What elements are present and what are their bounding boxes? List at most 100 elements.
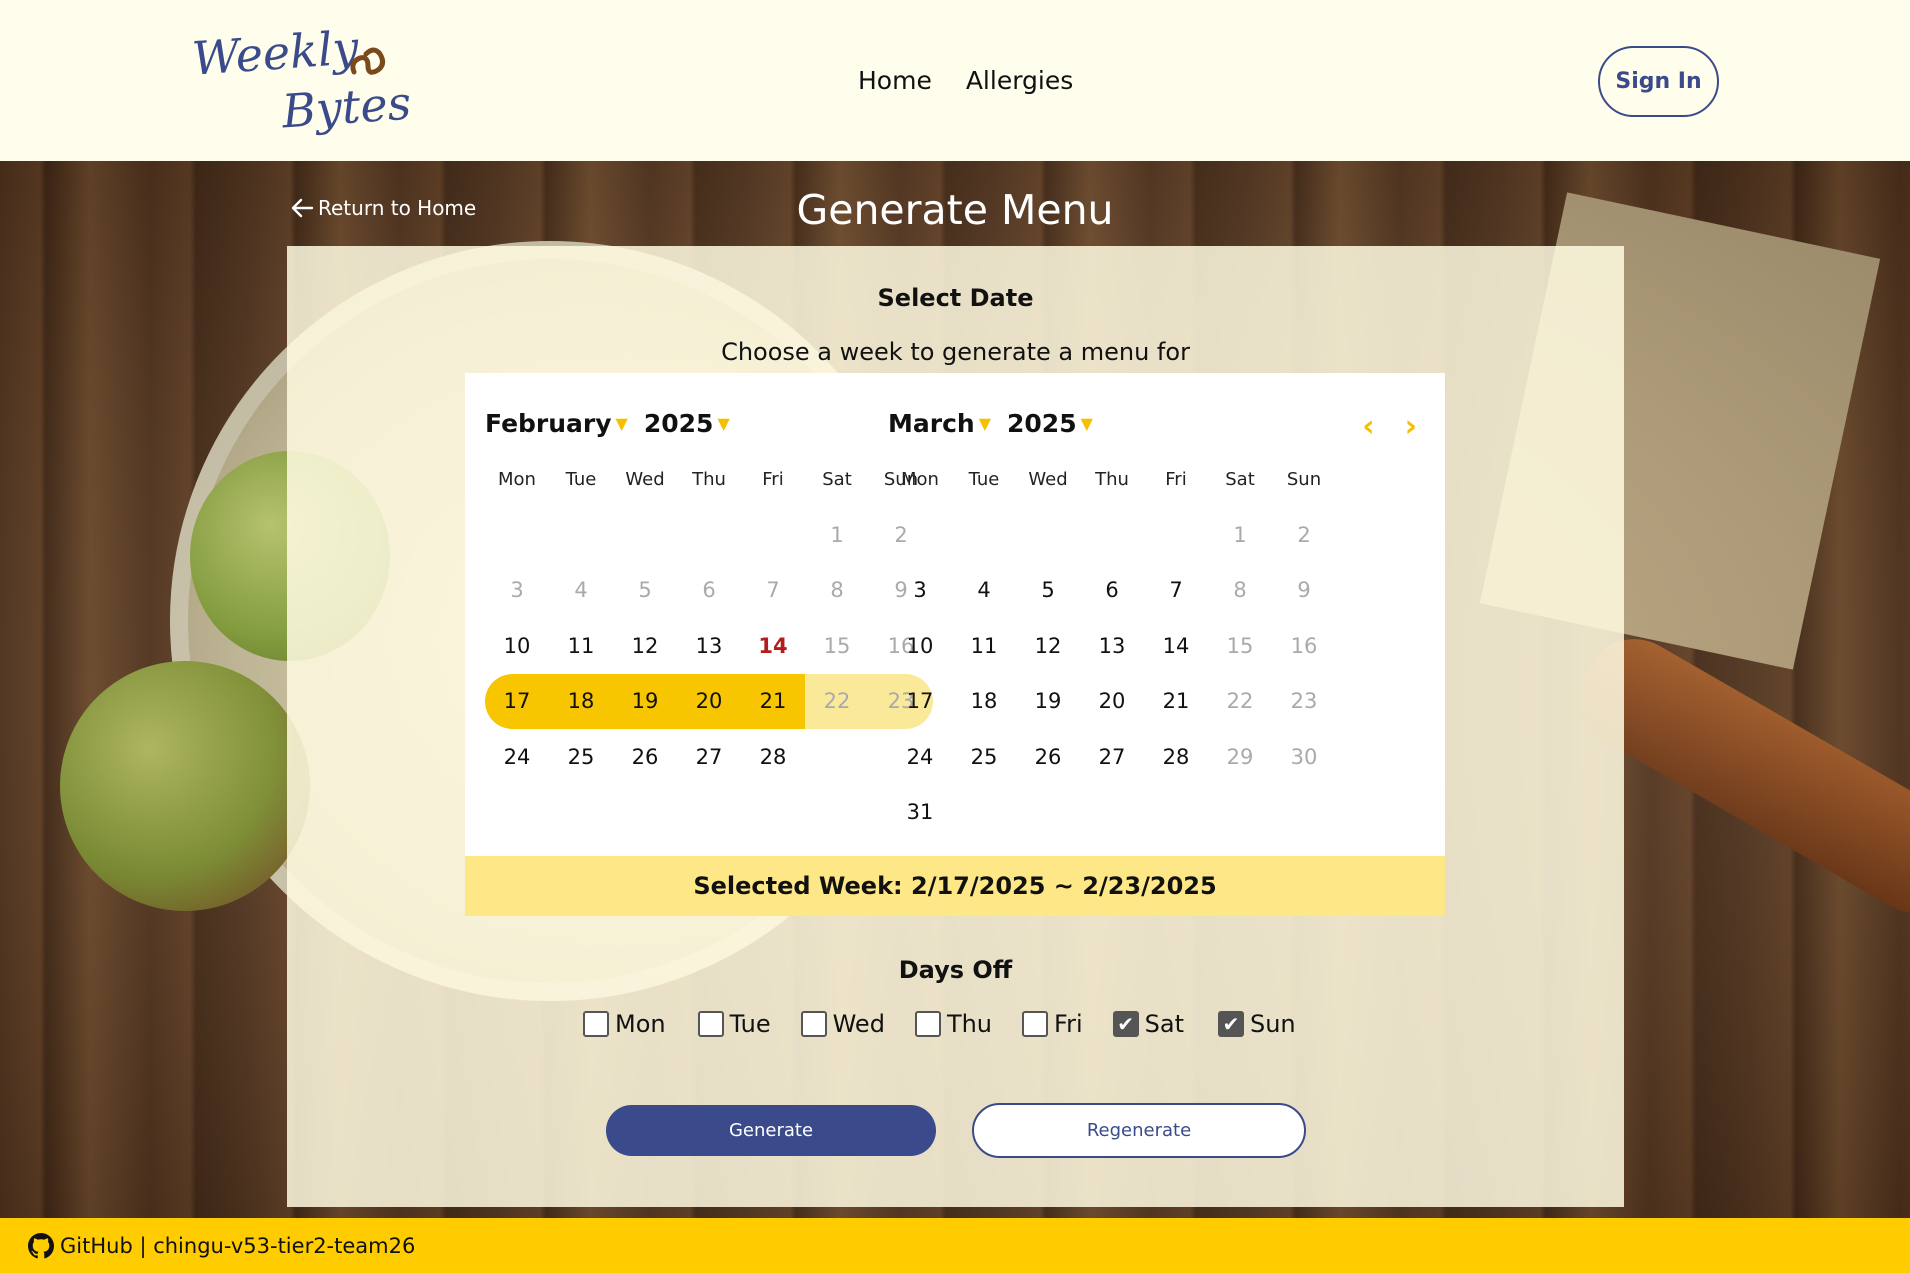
page-title: Generate Menu <box>796 186 1114 234</box>
checkmark-icon[interactable]: ✔ <box>1112 1011 1139 1037</box>
empty-cell <box>888 507 952 563</box>
logo-line1: Weekly <box>190 20 361 86</box>
empty-cell <box>1016 507 1080 563</box>
calendar-day: 22 <box>1226 689 1254 714</box>
nav-home[interactable]: Home <box>858 66 932 95</box>
month-header: February ▼ 2025 ▼ <box>485 409 730 438</box>
calendar-day[interactable]: 20 <box>1080 674 1144 730</box>
weekday-label: Sun <box>1286 469 1322 490</box>
calendar-day[interactable]: 13 <box>1080 618 1144 674</box>
empty-cell <box>1080 507 1144 563</box>
calendar-day[interactable]: 5 <box>1016 563 1080 619</box>
calendar-day[interactable]: 4 <box>952 563 1016 619</box>
selected-week-banner: Selected Week: 2/17/2025 ~ 2/23/2025 <box>465 856 1445 916</box>
calendar-day[interactable]: 19 <box>613 673 677 729</box>
calendar-day[interactable]: 27 <box>677 729 741 785</box>
checkbox-box[interactable] <box>583 1011 609 1037</box>
calendar-day[interactable]: 31 <box>888 785 952 841</box>
weekday-label: Sat <box>822 469 852 490</box>
day-grid: 1 2 3 4 5 6 7 8 9 10 11 12 13 14 15 16 17 18 19 20 21 22 23 24 2… <box>485 507 933 785</box>
checkbox-box[interactable] <box>697 1011 724 1037</box>
day-off-label: Sun <box>1249 1010 1296 1038</box>
checkmark-icon[interactable]: ✔ <box>1217 1011 1244 1037</box>
calendar-day[interactable]: 12 <box>1016 618 1080 674</box>
day-off-label: Thu <box>946 1010 993 1038</box>
day-off-checkbox-mon[interactable]: Mon <box>583 1010 666 1038</box>
footer-text[interactable]: GitHub | chingu-v53-tier2-team26 <box>60 1234 415 1258</box>
day-off-checkbox-wed[interactable]: Wed <box>800 1010 885 1038</box>
calendar-day[interactable]: 25 <box>549 729 613 785</box>
checkbox-box[interactable] <box>914 1011 941 1037</box>
weekday-label: Fri <box>1165 469 1187 490</box>
regenerate-button[interactable]: Regenerate <box>972 1103 1306 1158</box>
day-off-checkbox-sun[interactable]: ✔ Sun <box>1217 1010 1296 1038</box>
date-picker: February ▼ 2025 ▼ Mon Tue Wed Thu Fri Sat Sun … <box>465 373 1445 916</box>
calendar-day[interactable]: 27 <box>1080 729 1144 785</box>
calendar-day[interactable]: 26 <box>613 729 677 785</box>
calendar-day[interactable]: 10 <box>888 618 952 674</box>
calendar-day[interactable]: 17 <box>888 674 952 730</box>
day-off-checkbox-fri[interactable]: Fri <box>1022 1010 1083 1038</box>
day-off-label: Mon <box>615 1010 666 1038</box>
calendar-day[interactable]: 11 <box>952 618 1016 674</box>
day-off-label: Sat <box>1144 1010 1184 1038</box>
weekday-label: Wed <box>1028 469 1068 490</box>
calendar-day[interactable]: 20 <box>677 673 741 729</box>
github-icon[interactable] <box>28 1232 54 1259</box>
chevron-left-icon[interactable]: ‹ <box>1362 409 1374 444</box>
generate-button[interactable]: Generate <box>606 1105 936 1156</box>
calendar-day[interactable]: 21 <box>1144 674 1208 730</box>
year-select[interactable]: 2025 ▼ <box>644 409 730 438</box>
calendar-day[interactable]: 3 <box>888 563 952 619</box>
calendar-day[interactable]: 14 <box>741 618 805 674</box>
footer: GitHub | chingu-v53-tier2-team26 <box>0 1218 1910 1273</box>
month-select[interactable]: February ▼ <box>485 409 628 438</box>
empty-cell <box>677 507 741 563</box>
calendar-day[interactable]: 12 <box>613 618 677 674</box>
calendar-day: 1 <box>1233 522 1247 547</box>
calendar-day[interactable]: 28 <box>741 729 805 785</box>
month-label: February <box>485 409 612 438</box>
checkbox-box[interactable] <box>1022 1011 1049 1037</box>
calendar-day: 2 <box>1297 522 1311 547</box>
logo[interactable]: Weekly Bytes <box>190 20 420 142</box>
calendar-day[interactable]: 24 <box>888 729 952 785</box>
calendar-day[interactable]: 28 <box>1144 729 1208 785</box>
calendar-day[interactable]: 13 <box>677 618 741 674</box>
calendar-day[interactable]: 14 <box>1144 618 1208 674</box>
calendar-day: 3 <box>510 578 524 603</box>
weekday-label: Wed <box>625 469 665 490</box>
calendar-day: 8 <box>830 578 844 603</box>
calendar-day[interactable]: 25 <box>952 729 1016 785</box>
calendar-day[interactable]: 6 <box>1080 563 1144 619</box>
weekday-label: Sat <box>1225 469 1255 490</box>
day-off-checkbox-tue[interactable]: Tue <box>697 1010 771 1038</box>
day-off-label: Fri <box>1054 1010 1083 1038</box>
calendar-day[interactable]: 18 <box>549 673 613 729</box>
calendar-day[interactable]: 19 <box>1016 674 1080 730</box>
weekday-label: Mon <box>901 469 939 490</box>
calendar-day[interactable]: 21 <box>741 673 805 729</box>
empty-cell <box>1144 507 1208 563</box>
day-off-checkbox-thu[interactable]: Thu <box>914 1010 993 1038</box>
chevron-right-icon[interactable]: › <box>1405 409 1417 444</box>
nav-allergies[interactable]: Allergies <box>966 66 1073 95</box>
weekday-label: Tue <box>968 469 1000 490</box>
calendar-day[interactable]: 26 <box>1016 729 1080 785</box>
calendar-day[interactable]: 7 <box>1144 563 1208 619</box>
calendar-day[interactable]: 18 <box>952 674 1016 730</box>
day-off-checkbox-sat[interactable]: ✔ Sat <box>1112 1010 1184 1038</box>
calendar-day[interactable]: 11 <box>549 618 613 674</box>
month-march: March ▼ 2025 ▼ Mon Tue Wed Thu Fri Sat Sun 123… <box>868 373 1358 853</box>
checkbox-box[interactable] <box>800 1011 827 1037</box>
calendar-day: 29 <box>1226 744 1254 769</box>
day-grid: 1 2 3 4 5 6 7 8 9 10 11 12 13 14 15 16 17 18 19 20 21 22 23 24 2… <box>888 507 1336 840</box>
year-label: 2025 <box>1007 409 1077 438</box>
calendar-day[interactable]: 17 <box>485 673 549 729</box>
month-select[interactable]: March ▼ <box>888 409 991 438</box>
calendar-day[interactable]: 24 <box>485 729 549 785</box>
sign-in-button[interactable]: Sign In <box>1598 46 1719 117</box>
calendar-day[interactable]: 10 <box>485 618 549 674</box>
year-select[interactable]: 2025 ▼ <box>1007 409 1093 438</box>
calendar-day: 16 <box>1290 633 1318 658</box>
